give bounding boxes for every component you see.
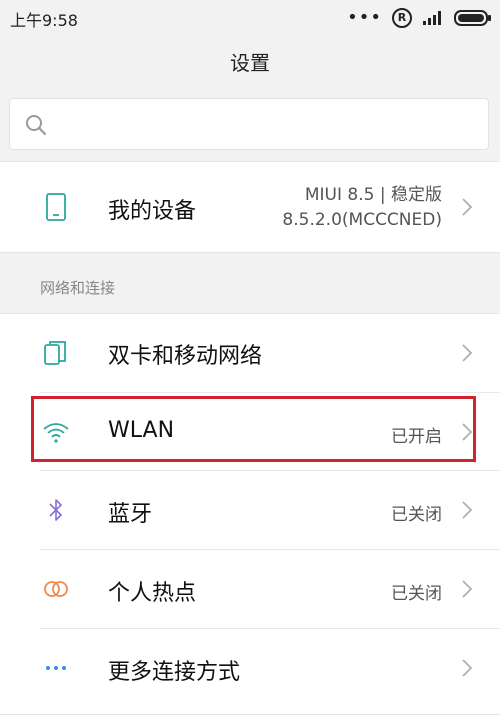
wlan-highlight-box (31, 396, 476, 462)
sidebar-item-dual-sim[interactable]: 双卡和移动网络 (0, 314, 500, 392)
hotspot-status: 已关闭 (391, 584, 442, 604)
battery-icon (454, 10, 491, 26)
chevron-right-icon (462, 501, 473, 519)
bluetooth-icon (49, 499, 62, 521)
hotspot-icon (44, 581, 68, 597)
registered-icon: R (392, 8, 412, 28)
search-area (0, 90, 500, 160)
dual-sim-icon (44, 341, 66, 365)
chevron-right-icon (462, 659, 473, 677)
hotspot-row[interactable]: 个人热点 已关闭 (0, 550, 500, 628)
bluetooth-label: 蓝牙 (108, 502, 153, 527)
status-time: 上午9:58 (10, 11, 78, 30)
more-connections-label: 更多连接方式 (108, 660, 241, 685)
more-dots-icon (46, 666, 66, 670)
section-header-network: 网络和连接 (40, 279, 116, 297)
status-bar: 上午9:58 ••• R (0, 0, 500, 36)
chevron-right-icon (462, 344, 473, 362)
page-title: 设置 (230, 51, 270, 75)
bluetooth-status: 已关闭 (391, 505, 442, 525)
hotspot-label: 个人热点 (108, 581, 197, 606)
device-version: MIUI 8.5 | 稳定版 8.5.2.0(MCCCNED) (282, 183, 442, 233)
device-version-line1: MIUI 8.5 | 稳定版 (304, 185, 442, 205)
my-device-label: 我的设备 (108, 199, 197, 224)
status-icons: ••• R (347, 8, 492, 28)
bluetooth-row[interactable]: 蓝牙 已关闭 (0, 471, 500, 549)
more-connections-row[interactable]: 更多连接方式 (0, 629, 500, 707)
dual-sim-label: 双卡和移动网络 (108, 344, 263, 369)
chevron-right-icon (462, 580, 473, 598)
phone-icon (46, 193, 66, 221)
search-input[interactable] (9, 98, 489, 150)
signal-icon (423, 11, 441, 25)
notification-dots-icon: ••• (347, 7, 382, 28)
device-version-line2: 8.5.2.0(MCCCNED) (282, 210, 442, 230)
search-icon (26, 115, 47, 136)
chevron-right-icon (462, 198, 473, 216)
